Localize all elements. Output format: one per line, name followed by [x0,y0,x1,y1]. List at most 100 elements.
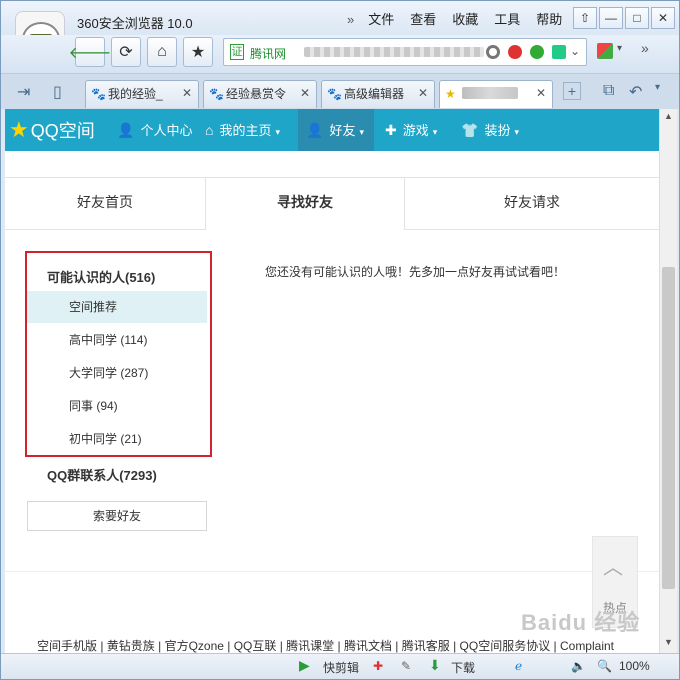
list-item-highschool[interactable]: 高中同学 (114) [27,324,207,356]
nav-label: 个人中心 [140,123,193,138]
qzone-logo[interactable]: ★ QQ空间 [9,117,95,143]
group-qq-contacts[interactable]: QQ群联系人(7293) [47,465,157,484]
divider [5,571,659,572]
nav-friends[interactable]: 👤 好友 ▾ [298,109,374,151]
download-label[interactable]: 下载 [451,659,475,676]
paw-icon: 🐾 [91,87,106,101]
person-icon: 👤 [117,122,135,138]
pin-tool-icon[interactable]: ✎ [401,659,411,673]
tab-label: 经验悬赏令 [226,87,287,101]
url-text-blurred [304,47,484,57]
chevron-down-icon: ▾ [275,127,281,137]
zoom-level[interactable]: 100% [619,659,650,673]
back-button[interactable]: 🡐 [69,37,111,67]
nav-personal-center[interactable]: 👤 个人中心 [109,109,200,151]
address-dropdown-icon[interactable]: ⌄ [570,44,580,58]
tab-label: 高级编辑器 [344,87,405,101]
footer-links[interactable]: 空间手机版 | 黄钻贵族 | 官方Qzone | QQ互联 | 腾讯课堂 | 腾… [37,637,614,653]
nav-label: 游戏 [402,123,429,138]
restore-tabs-icon[interactable]: ⧉ [603,82,614,100]
ie-icon[interactable]: ℯ [515,659,522,673]
vertical-scrollbar[interactable]: ▲ ▼ [659,109,677,653]
download-icon[interactable]: ⬇ [429,657,441,674]
list-item-colleagues[interactable]: 同事 (94) [27,390,207,422]
new-tab-button[interactable]: + [563,82,581,100]
pin-button[interactable]: ⇧ [573,7,597,29]
favorite-button[interactable]: ★ [183,37,213,67]
navigation-bar: 🡐 ⟳ ⌂ ★ 证 腾讯网 ⌄ ▾ » [1,35,679,73]
mobile-icon[interactable]: ▯ [53,82,62,102]
shirt-icon: 👕 [461,122,479,138]
nav-label: 我的主页 [219,123,272,138]
refresh-button[interactable]: ⟳ [111,37,141,67]
nav-games[interactable]: ✚ 游戏 ▾ [377,109,445,151]
title-bar: 360安全浏览器 10.0 » 文件 查看 收藏 工具 帮助 ⇧ — □ ✕ [1,1,679,67]
quick-clip-label[interactable]: 快剪辑 [323,659,359,676]
apps-dropdown-icon[interactable]: ▾ [617,43,622,54]
window-controls: ⇧ — □ ✕ [573,7,675,29]
chevron-down-icon: ▾ [359,127,364,137]
home-icon: ⌂ [157,43,167,60]
tab-menu-icon[interactable]: ▾ [655,82,660,93]
window-title: 360安全浏览器 10.0 [77,16,193,31]
block-icon[interactable] [508,45,522,59]
scroll-down-icon[interactable]: ▼ [664,637,673,647]
tab-find-friends[interactable]: 寻找好友 [205,178,405,230]
address-bar[interactable]: 证 腾讯网 ⌄ [223,38,587,66]
browser-window: 360安全浏览器 10.0 » 文件 查看 收藏 工具 帮助 ⇧ — □ ✕ 🡐… [0,0,680,680]
sidebar-toggle-icon[interactable]: ⇥ [17,82,30,102]
chevron-down-icon: ▾ [514,127,519,137]
close-button[interactable]: ✕ [651,7,675,29]
tab-friends-home[interactable]: 好友首页 [5,178,205,230]
tab-bar: ⇥ ▯ 🐾 我的经验_ ✕ 🐾 经验悬赏令 ✕ 🐾 高级编辑器 ✕ ★ ✕ + … [1,73,679,109]
undo-close-icon[interactable]: ↶ [629,82,642,102]
security-icon[interactable]: ✚ [373,659,383,673]
qzone-star-icon: ★ [9,117,29,142]
list-item-middleschool[interactable]: 初中同学 (21) [27,423,207,455]
qzone-navbar: ★ QQ空间 👤 个人中心 ⌂ 我的主页 ▾ 👤 好友 ▾ ✚ 游戏 ▾ 👕 装扮 ▾ [5,109,659,151]
lightning-icon[interactable] [552,45,566,59]
volume-icon[interactable]: 🔈 [571,659,586,673]
tab-close-icon[interactable]: ✕ [182,86,192,100]
scroll-thumb[interactable] [662,267,675,589]
menu-favorites[interactable]: 收藏 [444,11,486,29]
home-button[interactable]: ⌂ [147,37,177,67]
menu-overflow[interactable]: » [341,11,360,29]
tab-3-active[interactable]: ★ ✕ [439,80,553,108]
friends-icon: 👤 [306,122,324,138]
list-item-recommend[interactable]: 空间推荐 [27,291,207,323]
star-icon: ★ [190,44,206,61]
home-icon: ⌂ [205,122,214,138]
tab-label-blurred [462,86,518,99]
speed-icon[interactable] [530,45,544,59]
list-item-university[interactable]: 大学同学 (287) [27,357,207,389]
tab-label: 我的经验_ [108,87,163,101]
tab-1[interactable]: 🐾 经验悬赏令 ✕ [203,80,317,108]
tab-2[interactable]: 🐾 高级编辑器 ✕ [321,80,435,108]
nav-my-homepage[interactable]: ⌂ 我的主页 ▾ [197,109,288,151]
zoom-icon[interactable]: 🔍 [597,659,612,673]
apps-icon[interactable] [597,43,613,59]
nav-label: 好友 [329,123,356,138]
paw-icon: 🐾 [209,87,224,101]
maximize-button[interactable]: □ [625,7,649,29]
nav-dressup[interactable]: 👕 装扮 ▾ [453,109,527,151]
minimize-button[interactable]: — [599,7,623,29]
menu-view[interactable]: 查看 [402,11,444,29]
locate-icon[interactable] [486,45,500,59]
toolbar-overflow-icon[interactable]: » [641,40,649,56]
clip-icon[interactable]: ▶ [299,657,310,674]
tab-close-icon[interactable]: ✕ [536,86,546,100]
menu-tools[interactable]: 工具 [486,11,528,29]
tab-friend-requests[interactable]: 好友请求 [405,178,659,230]
star-icon: ★ [445,87,456,101]
group-may-know[interactable]: 可能认识的人(516) [47,267,155,286]
tab-close-icon[interactable]: ✕ [300,86,310,100]
menu-help[interactable]: 帮助 [528,11,570,29]
menu-file[interactable]: 文件 [360,11,402,29]
tab-0[interactable]: 🐾 我的经验_ ✕ [85,80,199,108]
back-arrow-icon: 🡐 [68,44,112,62]
tab-close-icon[interactable]: ✕ [418,86,428,100]
ask-friends-button[interactable]: 索要好友 [27,501,207,531]
scroll-up-icon[interactable]: ▲ [664,111,673,121]
